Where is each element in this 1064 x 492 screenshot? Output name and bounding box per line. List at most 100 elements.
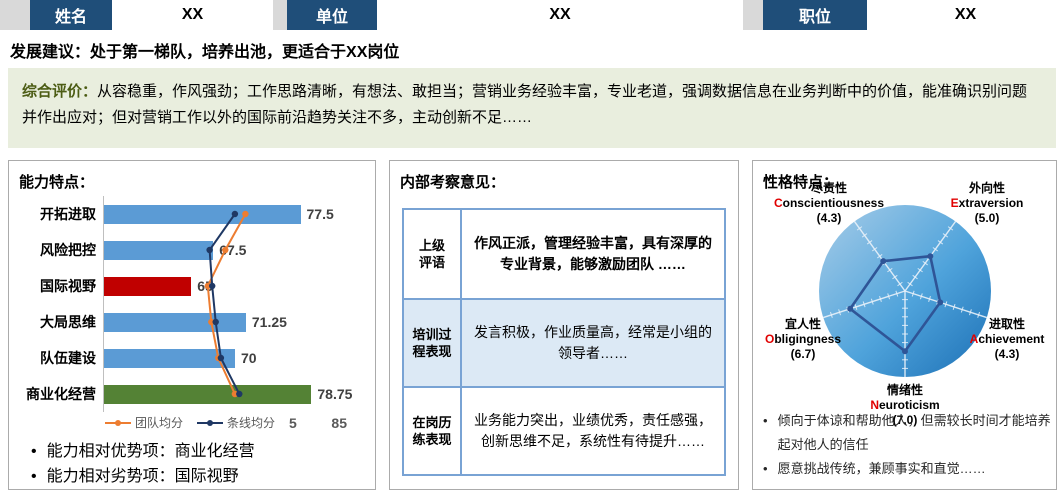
radar-axis-label-en: Achievement	[959, 332, 1055, 347]
summary-label: 综合评价：	[22, 83, 97, 100]
bar	[104, 277, 191, 296]
radar-axis-value: (4.3)	[959, 347, 1055, 362]
bar-value-label: 71.25	[252, 314, 287, 330]
chart-legend: 团队均分 条线均分 5 85	[105, 414, 347, 431]
category-label: 大局思维	[19, 312, 103, 332]
bullet-item: •能力相对劣势项：国际视野	[31, 464, 375, 489]
bullet-item: • 能力相对优势项：商业化经营	[31, 439, 375, 464]
chart-plot-cell: 77.5	[103, 196, 365, 232]
legend-label: 团队均分	[135, 414, 183, 431]
table-label-line: 上级	[419, 237, 445, 254]
bar-value-label: 67.5	[219, 242, 246, 258]
bullet-dot: •	[31, 464, 37, 489]
chart-plot-cell: 78.75	[103, 376, 365, 412]
legend-marker-dot	[207, 420, 213, 426]
radar-axis-label-en-rest: bligingness	[774, 332, 841, 346]
header-gap	[273, 0, 287, 30]
category-label: 风险把控	[19, 240, 103, 260]
red-initial: A	[970, 332, 979, 346]
chart-row: 风险把控 67.5	[19, 232, 375, 268]
legend-item: 团队均分	[105, 414, 183, 431]
bullet-item: • 愿意挑战传统，兼顾事实和直觉……	[763, 457, 1051, 481]
personality-title: 性格特点：	[763, 171, 1056, 192]
axis-min-label: 5	[289, 415, 297, 431]
category-label: 商业化经营	[19, 384, 103, 404]
development-suggestion: 发展建议：处于第一梯队，培养出池，更适合于XX岗位	[10, 38, 399, 62]
radar-axis-label-zh: 进取性	[959, 317, 1055, 332]
bullet-dot: •	[763, 409, 768, 457]
table-label-line: 培训过	[412, 326, 451, 343]
talent-report-page: 姓名XX单位XX职位XX 发展建议：处于第一梯队，培养出池，更适合于XX岗位 综…	[0, 0, 1064, 492]
radar-axis-label-en-rest: chievement	[978, 332, 1044, 346]
development-label: 发展建议：	[10, 44, 90, 61]
bullet-dot: •	[763, 457, 768, 481]
chart-plot-cell: 67.5	[103, 232, 365, 268]
header-field-value: XX	[112, 0, 273, 30]
chart-row: 国际视野65	[19, 268, 375, 304]
bar-value-label: 70	[241, 350, 257, 366]
red-initial: E	[951, 196, 959, 210]
bar-value-label: 77.5	[307, 206, 334, 222]
chart-row: 开拓进取 77.5	[19, 196, 375, 232]
radar-axis-label-en-rest: xtraversion	[959, 196, 1024, 210]
radar-axis-label-en: Obligingness	[753, 332, 853, 347]
bullet-text: 能力相对优势项：商业化经营	[47, 439, 255, 464]
red-initial: O	[765, 332, 774, 346]
chart-plot-cell: 71.25	[103, 304, 365, 340]
radar-axis-label-zh: 情绪性	[845, 383, 965, 398]
radar-axis-label: 宜人性Obligingness(6.7)	[753, 317, 853, 362]
bar	[104, 313, 246, 332]
legend-label: 条线均分	[227, 414, 275, 431]
panel-internal: 内部考察意见： 上级评语作风正派，管理经验丰富，具有深厚的专业背景，能够激励团队…	[389, 160, 739, 490]
table-row: 培训过程表现发言积极，作业质量高，经常是小组的领导者……	[404, 298, 724, 386]
bar-value-label: 78.75	[317, 386, 352, 402]
bar	[104, 205, 301, 224]
chart-row: 商业化经营 78.75	[19, 376, 375, 412]
personality-bullets: •倾向于体谅和帮助他人，但需较长时间才能培养起对他人的信任•愿意挑战传统，兼顾事…	[763, 409, 1051, 481]
internal-table: 上级评语作风正派，管理经验丰富，具有深厚的专业背景，能够激励团队 ……培训过程表…	[402, 208, 726, 476]
internal-title: 内部考察意见：	[400, 171, 738, 192]
table-row-label: 上级评语	[404, 210, 462, 298]
header-gap	[743, 0, 763, 30]
panel-personality: 性格特点： 尽责性Conscientiousness(4.3)外向性Extrav…	[752, 160, 1057, 490]
bullet-item: •倾向于体谅和帮助他人，但需较长时间才能培养起对他人的信任	[763, 409, 1051, 457]
legend-marker-dot	[115, 420, 121, 426]
radar-axis-label-zh: 宜人性	[753, 317, 853, 332]
table-row-label: 培训过程表现	[404, 300, 462, 386]
table-row: 在岗历练表现业务能力突出，业绩优秀，责任感强，创新思维不足，系统性有待提升……	[404, 386, 724, 474]
table-label-line: 练表现	[412, 431, 451, 448]
summary-text: 从容稳重，作风强劲；工作思路清晰，有想法、敢担当；营销业务经验丰富，专业老道，强…	[22, 83, 1027, 126]
radar-axis-value: (6.7)	[753, 347, 853, 362]
header-field-label: 单位	[287, 0, 377, 30]
header-strip: 姓名XX单位XX职位XX	[0, 0, 1064, 30]
bar	[104, 349, 235, 368]
legend-marker	[105, 422, 131, 424]
bullet-text: 倾向于体谅和帮助他人，但需较长时间才能培养起对他人的信任	[778, 409, 1051, 457]
bar-value-label: 65	[197, 278, 213, 294]
bullet-text: 愿意挑战传统，兼顾事实和直觉……	[778, 457, 986, 481]
table-row-content: 业务能力突出，业绩优秀，责任感强，创新思维不足，系统性有待提升……	[462, 388, 724, 474]
axis-max-label: 85	[331, 415, 347, 431]
chart-row: 队伍建设 70	[19, 340, 375, 376]
bullet-dot: •	[31, 439, 37, 464]
table-row: 上级评语作风正派，管理经验丰富，具有深厚的专业背景，能够激励团队 ……	[404, 210, 724, 298]
table-row-label: 在岗历练表现	[404, 388, 462, 474]
ability-bullets: • 能力相对优势项：商业化经营•能力相对劣势项：国际视野	[31, 439, 375, 489]
ability-title: 能力特点：	[19, 171, 375, 192]
radar-axis-value: (5.0)	[921, 211, 1053, 226]
category-label: 队伍建设	[19, 348, 103, 368]
category-label: 开拓进取	[19, 204, 103, 224]
chart-plot-cell: 70	[103, 340, 365, 376]
summary-box: 综合评价：从容稳重，作风强劲；工作思路清晰，有想法、敢担当；营销业务经验丰富，专…	[8, 68, 1056, 148]
table-label-line: 在岗历	[412, 414, 451, 431]
bar	[104, 241, 213, 260]
radar-axis-label-en: Conscientiousness	[759, 196, 899, 211]
radar-axis-label: 进取性Achievement(4.3)	[959, 317, 1055, 362]
radar-axis-label-en: Extraversion	[921, 196, 1053, 211]
legend-item: 条线均分	[197, 414, 275, 431]
table-label-line: 程表现	[412, 343, 451, 360]
table-row-content: 发言积极，作业质量高，经常是小组的领导者……	[462, 300, 724, 386]
header-field-label: 姓名	[30, 0, 112, 30]
bar	[104, 385, 311, 404]
header-field-value: XX	[377, 0, 743, 30]
